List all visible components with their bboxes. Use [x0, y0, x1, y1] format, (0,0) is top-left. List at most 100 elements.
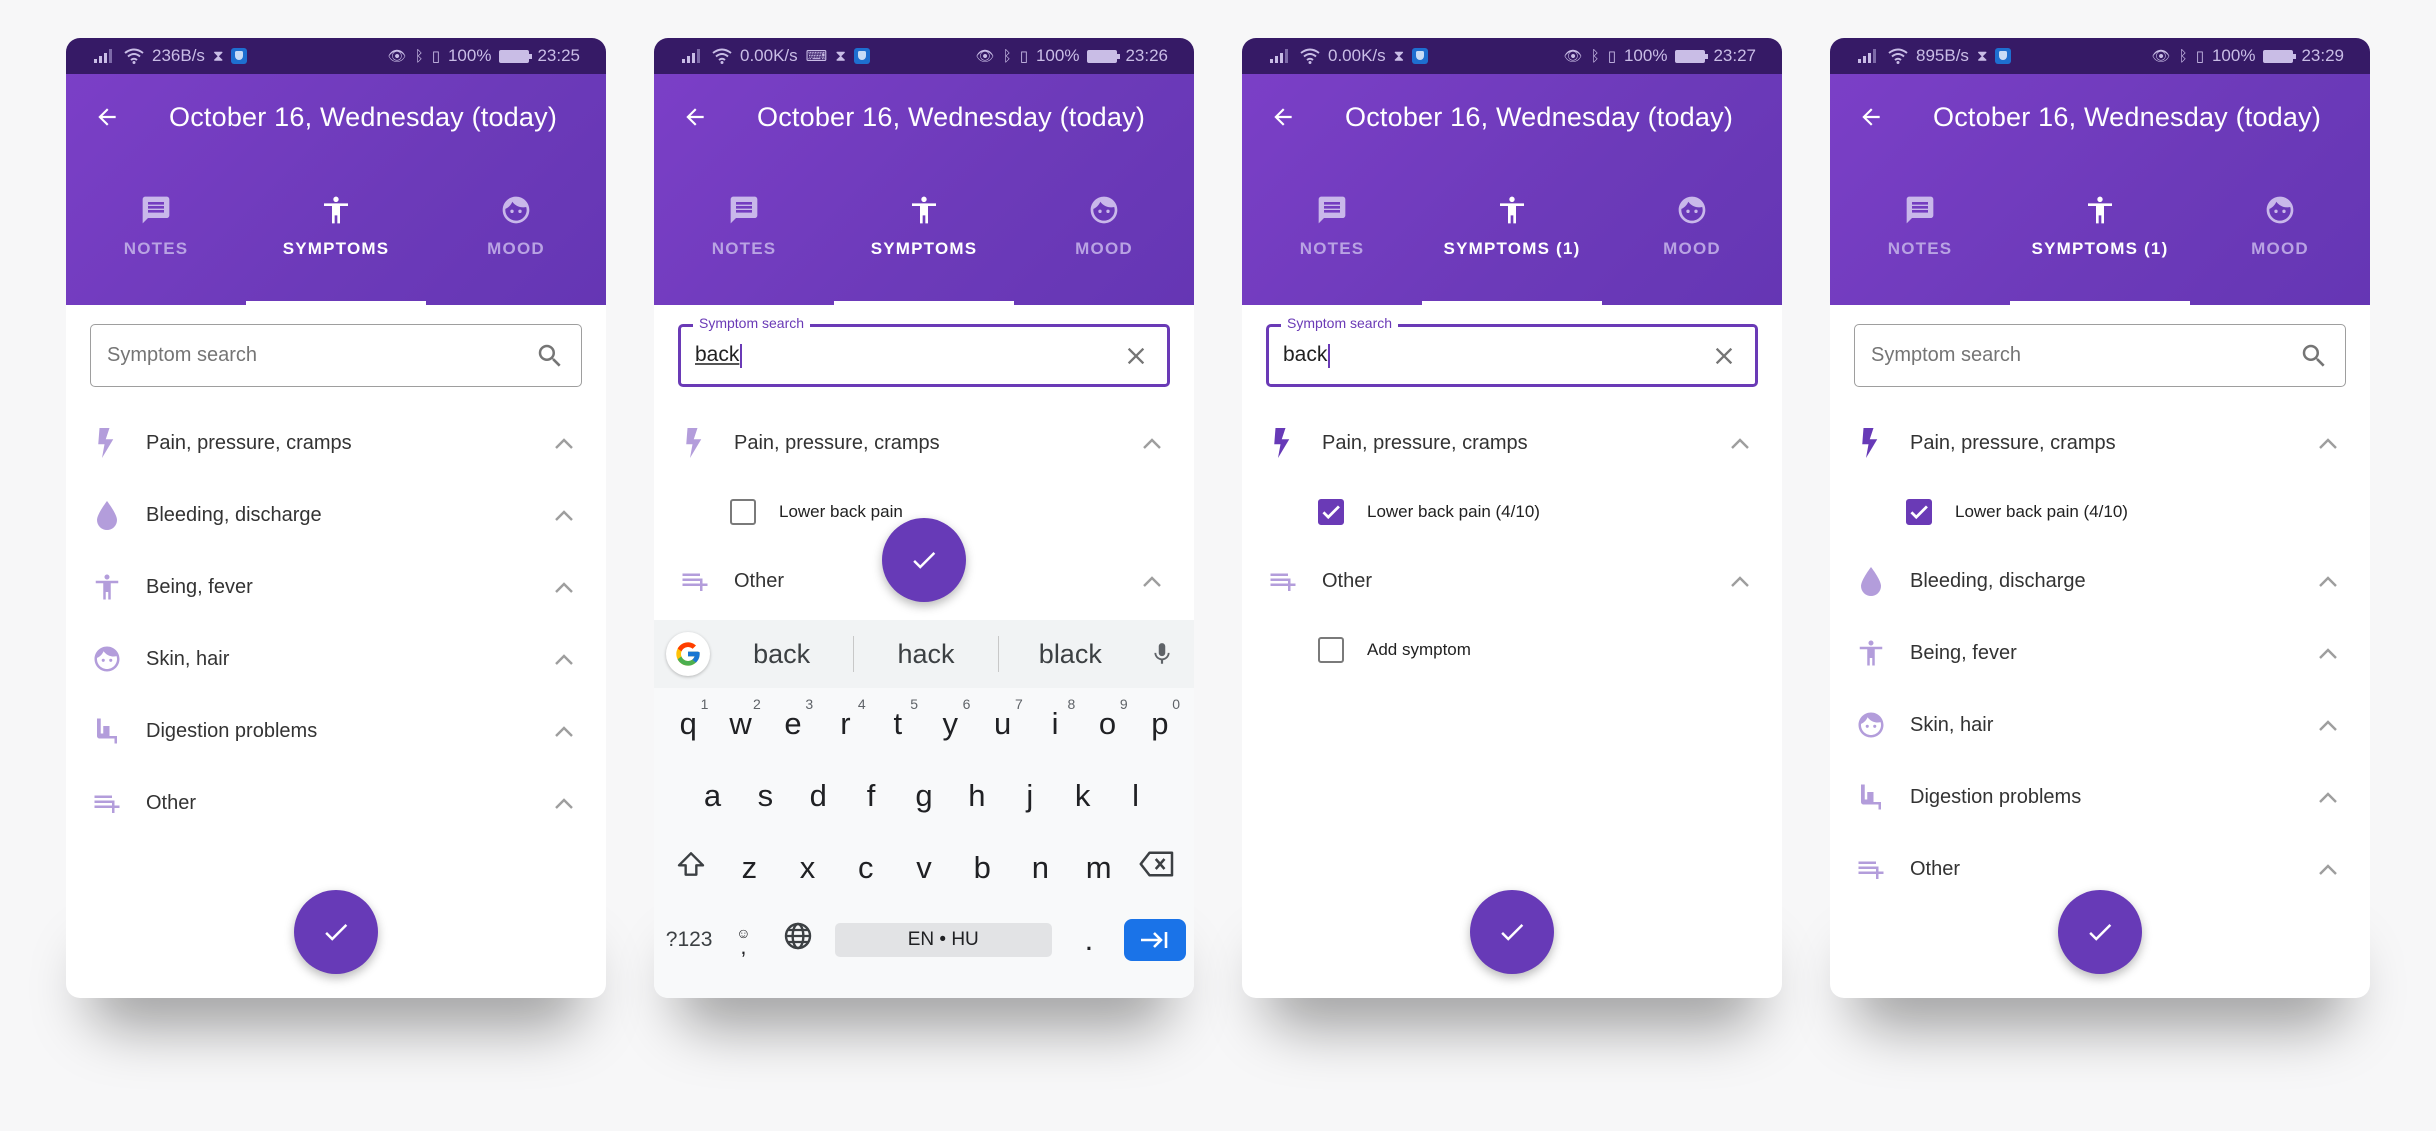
category-row-bleeding[interactable]: Bleeding, discharge: [1830, 545, 2370, 617]
key[interactable]: r4: [819, 696, 871, 742]
voice-input-button[interactable]: [1142, 639, 1182, 669]
key[interactable]: u7: [976, 696, 1028, 742]
category-row-bleeding[interactable]: Bleeding, discharge: [66, 479, 606, 551]
search-button[interactable]: [2297, 339, 2331, 373]
chevron-up-icon[interactable]: [552, 503, 576, 527]
category-row-pain[interactable]: Pain, pressure, cramps: [1242, 407, 1782, 479]
back-button[interactable]: [1268, 102, 1298, 132]
key[interactable]: l: [1109, 778, 1162, 814]
tab-notes[interactable]: NOTES: [1830, 160, 2010, 305]
suggestion-item[interactable]: black: [999, 639, 1142, 670]
key[interactable]: e3: [767, 696, 819, 742]
clear-search-button[interactable]: [1119, 339, 1153, 373]
key[interactable]: m: [1070, 850, 1128, 886]
tab-mood[interactable]: MOOD: [1602, 160, 1782, 305]
symptom-item[interactable]: Lower back pain (4/10): [1830, 479, 2370, 545]
key[interactable]: s: [739, 778, 792, 814]
tab-symptoms[interactable]: SYMPTOMS (1): [2010, 160, 2190, 305]
key[interactable]: w2: [714, 696, 766, 742]
category-row-pain[interactable]: Pain, pressure, cramps: [66, 407, 606, 479]
tab-symptoms[interactable]: SYMPTOMS: [246, 160, 426, 305]
suggestion-item[interactable]: back: [710, 639, 853, 670]
language-key[interactable]: [771, 920, 825, 960]
category-row-being-fever[interactable]: Being, fever: [1830, 617, 2370, 689]
chevron-up-icon[interactable]: [552, 431, 576, 455]
backspace-key[interactable]: [1128, 849, 1186, 887]
key[interactable]: n: [1011, 850, 1069, 886]
key[interactable]: d: [792, 778, 845, 814]
category-row-pain[interactable]: Pain, pressure, cramps: [654, 407, 1194, 479]
key[interactable]: q1: [662, 696, 714, 742]
chevron-up-icon[interactable]: [1140, 569, 1164, 593]
category-row-pain[interactable]: Pain, pressure, cramps: [1830, 407, 2370, 479]
chevron-up-icon[interactable]: [1140, 431, 1164, 455]
back-button[interactable]: [1856, 102, 1886, 132]
save-fab-button[interactable]: [2058, 890, 2142, 974]
tab-mood[interactable]: MOOD: [1014, 160, 1194, 305]
search-button[interactable]: [533, 339, 567, 373]
back-button[interactable]: [92, 102, 122, 132]
comma-emoji-key[interactable]: ☺,: [716, 926, 770, 958]
key[interactable]: y6: [924, 696, 976, 742]
tab-notes[interactable]: NOTES: [66, 160, 246, 305]
chevron-up-icon[interactable]: [2316, 569, 2340, 593]
tab-symptoms[interactable]: SYMPTOMS (1): [1422, 160, 1602, 305]
symptom-item[interactable]: Lower back pain (4/10): [1242, 479, 1782, 545]
chevron-up-icon[interactable]: [552, 719, 576, 743]
symptom-search-input[interactable]: Symptom search: [90, 324, 582, 387]
chevron-up-icon[interactable]: [2316, 713, 2340, 737]
symptom-checkbox[interactable]: [730, 499, 756, 525]
chevron-up-icon[interactable]: [552, 791, 576, 815]
shift-key[interactable]: [662, 848, 720, 888]
key[interactable]: g: [898, 778, 951, 814]
suggestion-item[interactable]: hack: [854, 639, 997, 670]
chevron-up-icon[interactable]: [2316, 785, 2340, 809]
back-button[interactable]: [680, 102, 710, 132]
category-row-other[interactable]: Other: [66, 767, 606, 839]
chevron-up-icon[interactable]: [552, 575, 576, 599]
key[interactable]: v: [895, 850, 953, 886]
tab-mood[interactable]: MOOD: [2190, 160, 2370, 305]
symptom-checkbox[interactable]: [1318, 499, 1344, 525]
symptom-search-input[interactable]: Symptom search back: [1266, 315, 1758, 387]
key[interactable]: a: [686, 778, 739, 814]
period-key[interactable]: .: [1062, 922, 1116, 958]
category-row-digestion[interactable]: Digestion problems: [66, 695, 606, 767]
chevron-up-icon[interactable]: [2316, 431, 2340, 455]
symbols-key[interactable]: ?123: [662, 928, 716, 952]
chevron-up-icon[interactable]: [1728, 431, 1752, 455]
tab-symptoms[interactable]: SYMPTOMS: [834, 160, 1014, 305]
google-logo-button[interactable]: [666, 632, 710, 676]
key[interactable]: b: [953, 850, 1011, 886]
category-row-other[interactable]: Other: [1242, 545, 1782, 617]
key[interactable]: h: [950, 778, 1003, 814]
chevron-up-icon[interactable]: [1728, 569, 1752, 593]
key[interactable]: j: [1003, 778, 1056, 814]
key[interactable]: f: [845, 778, 898, 814]
chevron-up-icon[interactable]: [552, 647, 576, 671]
key[interactable]: c: [837, 850, 895, 886]
symptom-checkbox[interactable]: [1906, 499, 1932, 525]
category-row-being-fever[interactable]: Being, fever: [66, 551, 606, 623]
category-row-skin-hair[interactable]: Skin, hair: [1830, 689, 2370, 761]
clear-search-button[interactable]: [1707, 339, 1741, 373]
key[interactable]: z: [720, 850, 778, 886]
space-key[interactable]: EN • HU: [834, 923, 1052, 957]
tab-notes[interactable]: NOTES: [654, 160, 834, 305]
category-row-digestion[interactable]: Digestion problems: [1830, 761, 2370, 833]
save-fab-button[interactable]: [294, 890, 378, 974]
key[interactable]: i8: [1029, 696, 1081, 742]
key[interactable]: o9: [1081, 696, 1133, 742]
save-fab-button[interactable]: [1470, 890, 1554, 974]
key[interactable]: t5: [872, 696, 924, 742]
tab-notes[interactable]: NOTES: [1242, 160, 1422, 305]
symptom-search-input[interactable]: Symptom search: [1854, 324, 2346, 387]
save-fab-button[interactable]: [882, 518, 966, 602]
key[interactable]: p0: [1134, 696, 1186, 742]
symptom-search-input[interactable]: Symptom search back: [678, 315, 1170, 387]
symptom-checkbox[interactable]: [1318, 637, 1344, 663]
tab-mood[interactable]: MOOD: [426, 160, 606, 305]
next-key[interactable]: [1124, 919, 1186, 961]
symptom-item[interactable]: Add symptom: [1242, 617, 1782, 683]
chevron-up-icon[interactable]: [2316, 857, 2340, 881]
